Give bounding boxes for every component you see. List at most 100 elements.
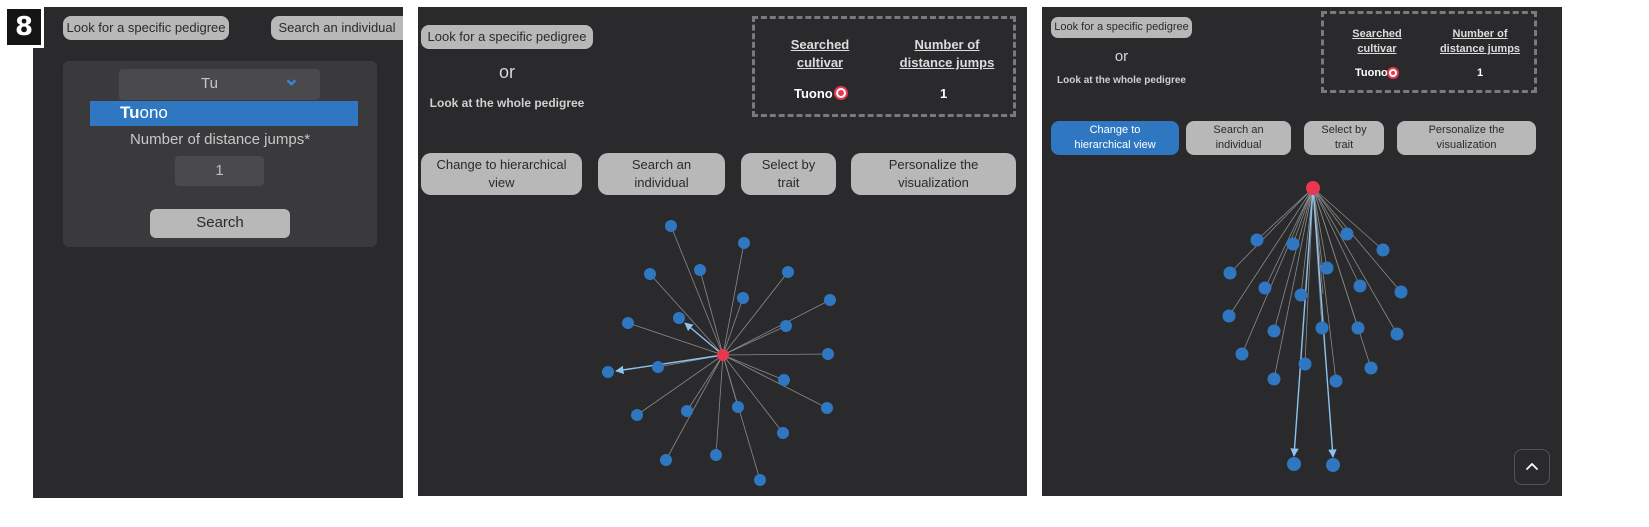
graph-center-node bbox=[717, 349, 729, 361]
graph-edge bbox=[722, 353, 829, 356]
graph-node bbox=[673, 312, 685, 324]
search-individual-button[interactable]: Search an individual bbox=[271, 16, 403, 40]
graph-node bbox=[821, 402, 833, 414]
look-whole-pedigree-link[interactable]: Look at the whole pedigree bbox=[1051, 75, 1192, 86]
cultivar-node-marker bbox=[836, 88, 846, 98]
look-for-pedigree-button[interactable]: Look for a specific pedigree bbox=[421, 25, 593, 49]
graph-edge bbox=[722, 354, 784, 434]
graph-node bbox=[1326, 458, 1340, 472]
searched-cultivar-header: Searched cultivar bbox=[1352, 28, 1402, 56]
hierarchical-pedigree-graph[interactable] bbox=[1042, 178, 1562, 478]
radial-pedigree-graph[interactable] bbox=[418, 205, 1027, 490]
look-whole-pedigree-link[interactable]: Look at the whole pedigree bbox=[421, 96, 593, 110]
graph-node bbox=[631, 409, 643, 421]
graph-node bbox=[737, 292, 749, 304]
cultivar-node-marker bbox=[1389, 69, 1397, 77]
graph-root-node bbox=[1306, 181, 1320, 195]
graph-node bbox=[1298, 357, 1312, 371]
graph-node bbox=[1320, 261, 1334, 275]
graph-node bbox=[652, 361, 664, 373]
graph-node bbox=[1376, 243, 1390, 257]
graph-edge bbox=[722, 354, 761, 481]
graph-node bbox=[1258, 281, 1272, 295]
distance-jumps-header: Number of distance jumps bbox=[1439, 28, 1521, 56]
cultivar-select[interactable]: Tu ⌄ bbox=[119, 66, 320, 100]
jumps-value: 1 bbox=[1477, 67, 1484, 79]
graph-edge bbox=[1312, 187, 1402, 293]
graph-node bbox=[1351, 321, 1365, 335]
radial-nodes[interactable] bbox=[602, 220, 836, 486]
personalize-visualization-button[interactable]: Personalize the visualization bbox=[1397, 121, 1536, 155]
graph-node bbox=[780, 320, 792, 332]
graph-edge bbox=[665, 354, 724, 461]
search-individual-button[interactable]: Search an individual bbox=[1186, 121, 1291, 155]
search-button[interactable]: Search bbox=[150, 209, 290, 238]
jumps-value: 1 bbox=[940, 86, 948, 101]
graph-edge bbox=[1264, 187, 1314, 289]
cultivar-value: Tuono bbox=[794, 86, 833, 101]
hierarchical-view-button[interactable]: Change to hierarchical view bbox=[421, 153, 582, 195]
graph-edge bbox=[1312, 187, 1361, 287]
graph-node bbox=[1235, 347, 1249, 361]
graph-node bbox=[1394, 285, 1408, 299]
graph-edge bbox=[715, 354, 724, 456]
graph-node bbox=[1286, 237, 1300, 251]
graph-node bbox=[782, 266, 794, 278]
distance-jumps-value: 1 bbox=[215, 162, 224, 179]
graph-node bbox=[1250, 233, 1264, 247]
graph-edge bbox=[1229, 187, 1314, 274]
graph-edge bbox=[1312, 187, 1384, 251]
scroll-to-top-button[interactable] bbox=[1514, 449, 1550, 485]
graph-edge-highlighted bbox=[684, 322, 724, 356]
graph-node bbox=[1353, 279, 1367, 293]
hier-edges bbox=[1228, 187, 1402, 458]
search-individual-button[interactable]: Search an individual bbox=[598, 153, 725, 195]
graph-node bbox=[694, 264, 706, 276]
option-match-text: Tu bbox=[120, 103, 140, 122]
graph-node bbox=[1340, 227, 1354, 241]
look-for-pedigree-button[interactable]: Look for a specific pedigree bbox=[63, 16, 229, 40]
graph-node bbox=[1364, 361, 1378, 375]
look-for-pedigree-button[interactable]: Look for a specific pedigree bbox=[1051, 17, 1192, 38]
dropdown-option-tuono[interactable]: Tuono bbox=[90, 101, 358, 126]
hierarchical-view-button[interactable]: Change to hierarchical view bbox=[1051, 121, 1179, 155]
graph-node bbox=[754, 474, 766, 486]
graph-node bbox=[1267, 324, 1281, 338]
step-badge: 8 bbox=[4, 6, 44, 48]
chevron-up-icon bbox=[1526, 463, 1538, 470]
graph-edge bbox=[670, 225, 724, 356]
graph-node bbox=[681, 405, 693, 417]
personalize-visualization-button[interactable]: Personalize the visualization bbox=[851, 153, 1016, 195]
searched-cultivar-header: Searched cultivar bbox=[790, 37, 850, 71]
chevron-down-icon[interactable]: ⌄ bbox=[283, 66, 300, 91]
graph-node bbox=[1222, 309, 1236, 323]
distance-jumps-header: Number of distance jumps bbox=[899, 37, 995, 71]
graph-edge bbox=[722, 354, 828, 409]
graph-node bbox=[778, 374, 790, 386]
graph-node bbox=[710, 449, 722, 461]
graph-node bbox=[777, 427, 789, 439]
or-text: or bbox=[1114, 48, 1129, 65]
graph-node bbox=[732, 401, 744, 413]
graph-edge bbox=[1256, 187, 1314, 241]
graph-node bbox=[665, 220, 677, 232]
distance-jumps-input[interactable]: 1 bbox=[175, 156, 264, 186]
graph-edge-highlighted bbox=[1290, 187, 1314, 457]
graph-node bbox=[1267, 372, 1281, 386]
graph-node bbox=[1287, 457, 1301, 471]
graph-node bbox=[1329, 374, 1343, 388]
graph-node bbox=[1223, 266, 1237, 280]
graph-node bbox=[660, 454, 672, 466]
select-by-trait-button[interactable]: Select by trait bbox=[1304, 121, 1384, 155]
graph-node bbox=[1315, 321, 1329, 335]
or-text: or bbox=[498, 62, 515, 82]
select-by-trait-button[interactable]: Select by trait bbox=[741, 153, 836, 195]
option-rest-text: ono bbox=[139, 103, 168, 122]
graph-node bbox=[822, 348, 834, 360]
graph-node bbox=[824, 294, 836, 306]
graph-node bbox=[644, 268, 656, 280]
graph-edge bbox=[722, 271, 789, 356]
graph-node bbox=[1294, 288, 1308, 302]
graph-node bbox=[602, 366, 614, 378]
graph-node bbox=[622, 317, 634, 329]
